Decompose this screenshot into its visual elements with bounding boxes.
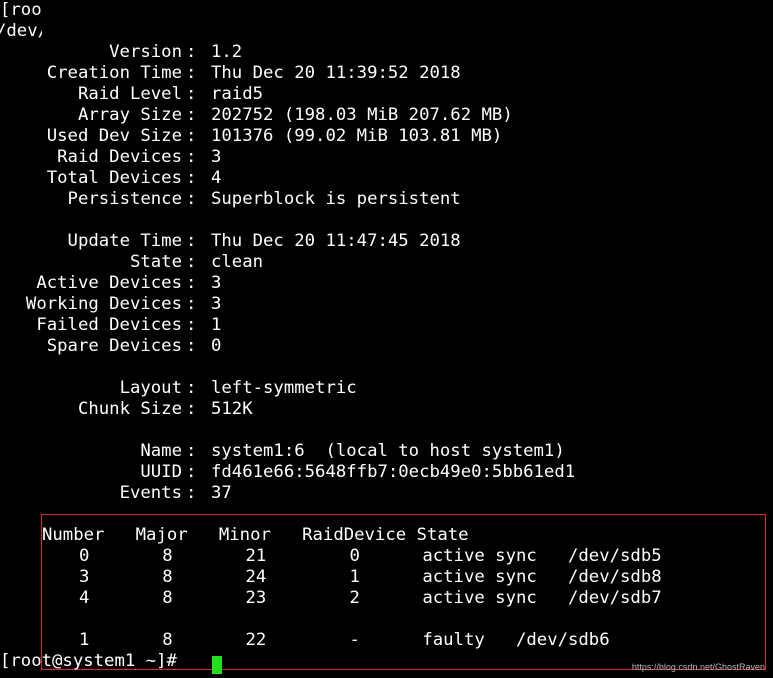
- info-key: Failed Devices: [36, 315, 182, 335]
- info-key: Update Time: [67, 231, 182, 251]
- info-row-raid-devices: Raid Devices : 3: [0, 147, 773, 168]
- info-colon: :: [186, 84, 197, 104]
- info-row-persistence: Persistence : Superblock is persistent: [0, 189, 773, 210]
- info-colon: :: [186, 315, 197, 335]
- prompt-text: [root@system1 ~]#: [0, 651, 177, 671]
- info-key: Version: [109, 42, 182, 62]
- info-value: 101376 (99.02 MiB 103.81 MB): [211, 126, 503, 146]
- info-row-failed-devices: Failed Devices : 1: [0, 315, 773, 336]
- info-row-chunk-size: Chunk Size : 512K: [0, 399, 773, 420]
- info-value: Superblock is persistent: [211, 189, 461, 209]
- info-key: Name: [140, 441, 182, 461]
- info-colon: :: [186, 231, 197, 251]
- info-colon: :: [186, 483, 197, 503]
- terminal-window[interactable]: [root@system1 ~]# mdadm -D /dev/md6 /dev…: [0, 0, 773, 678]
- table-row: 3 8 24 1 active sync /dev/sdb8: [0, 567, 773, 588]
- info-colon: :: [186, 336, 197, 356]
- info-row-uuid: UUID : fd461e66:5648ffb7:0ecb49e0:5bb61e…: [0, 462, 773, 483]
- info-row-update-time: Update Time : Thu Dec 20 11:47:45 2018: [0, 231, 773, 252]
- info-value: 202752 (198.03 MiB 207.62 MB): [211, 105, 513, 125]
- info-colon: :: [186, 105, 197, 125]
- info-key: Persistence: [67, 189, 182, 209]
- info-row-state: State : clean: [0, 252, 773, 273]
- info-value: Thu Dec 20 11:39:52 2018: [211, 63, 461, 83]
- info-value: 3: [211, 273, 222, 293]
- table-header-text: Number Major Minor RaidDevice State: [42, 525, 469, 545]
- info-key: Used Dev Size: [46, 126, 182, 146]
- info-row-total-devices: Total Devices : 4: [0, 168, 773, 189]
- table-row-text: 4 8 23 2 active sync /dev/sdb7: [79, 588, 662, 608]
- table-row: 0 8 21 0 active sync /dev/sdb5: [0, 546, 773, 567]
- info-colon: :: [186, 189, 197, 209]
- info-value: 0: [211, 336, 222, 356]
- info-value: raid5: [211, 84, 264, 104]
- info-key: Creation Time: [46, 63, 182, 83]
- info-colon: :: [186, 42, 197, 62]
- info-key: UUID: [140, 462, 182, 482]
- info-key: Raid Level: [77, 84, 182, 104]
- info-colon: :: [186, 441, 197, 461]
- text-cursor: [212, 656, 222, 674]
- table-row: 1 8 22 - faulty /dev/sdb6: [0, 630, 773, 651]
- info-row-version: Version : 1.2: [0, 42, 773, 63]
- info-value: 4: [211, 168, 222, 188]
- info-row-creation-time: Creation Time : Thu Dec 20 11:39:52 2018: [0, 63, 773, 84]
- info-colon: :: [186, 63, 197, 83]
- info-row-used-dev-size: Used Dev Size : 101376 (99.02 MiB 103.81…: [0, 126, 773, 147]
- info-row-raid-level: Raid Level : raid5: [0, 84, 773, 105]
- info-colon: :: [186, 147, 197, 167]
- info-colon: :: [186, 399, 197, 419]
- info-value: Thu Dec 20 11:47:45 2018: [211, 231, 461, 251]
- info-colon: :: [186, 378, 197, 398]
- info-value: clean: [211, 252, 264, 272]
- info-value: left-symmetric: [211, 378, 357, 398]
- info-value: fd461e66:5648ffb7:0ecb49e0:5bb61ed1: [211, 462, 576, 482]
- info-key: Working Devices: [25, 294, 182, 314]
- info-value: system1:6 (local to host system1): [211, 441, 565, 461]
- device-path: /dev/md6:: [0, 21, 42, 41]
- info-colon: :: [186, 126, 197, 146]
- command-line: [root@system1 ~]# mdadm -D /dev/md6: [0, 0, 42, 21]
- info-value: 3: [211, 294, 222, 314]
- info-key: Raid Devices: [57, 147, 182, 167]
- info-key: Spare Devices: [46, 336, 182, 356]
- info-row-spare-devices: Spare Devices : 0: [0, 336, 773, 357]
- table-row-text: 1 8 22 - faulty /dev/sdb6: [79, 630, 610, 650]
- info-key: Chunk Size: [77, 399, 182, 419]
- command-text: [root@system1 ~]# mdadm -D /dev/md6: [0, 0, 42, 20]
- info-row-layout: Layout : left-symmetric: [0, 378, 773, 399]
- info-key: Events: [119, 483, 182, 503]
- info-value: 3: [211, 147, 222, 167]
- info-key: State: [129, 252, 182, 272]
- table-row-text: 3 8 24 1 active sync /dev/sdb8: [79, 567, 662, 587]
- info-colon: :: [186, 294, 197, 314]
- info-row-working-devices: Working Devices : 3: [0, 294, 773, 315]
- info-key: Total Devices: [46, 168, 182, 188]
- watermark: https://blog.csdn.net/GhostRaven: [631, 662, 765, 672]
- info-row-name: Name : system1:6 (local to host system1): [0, 441, 773, 462]
- info-colon: :: [186, 462, 197, 482]
- device-line: /dev/md6:: [0, 21, 42, 42]
- info-colon: :: [186, 168, 197, 188]
- info-key: Layout: [119, 378, 182, 398]
- info-row-array-size: Array Size : 202752 (198.03 MiB 207.62 M…: [0, 105, 773, 126]
- table-row-text: 0 8 21 0 active sync /dev/sdb5: [79, 546, 662, 566]
- info-colon: :: [186, 252, 197, 272]
- info-key: Array Size: [77, 105, 182, 125]
- table-header: Number Major Minor RaidDevice State: [0, 525, 773, 546]
- info-value: 37: [211, 483, 232, 503]
- info-colon: :: [186, 273, 197, 293]
- info-value: 1.2: [211, 42, 243, 62]
- info-key: Active Devices: [36, 273, 182, 293]
- table-row: 4 8 23 2 active sync /dev/sdb7: [0, 588, 773, 609]
- info-value: 1: [211, 315, 222, 335]
- info-row-active-devices: Active Devices : 3: [0, 273, 773, 294]
- info-value: 512K: [211, 399, 253, 419]
- info-row-events: Events : 37: [0, 483, 773, 504]
